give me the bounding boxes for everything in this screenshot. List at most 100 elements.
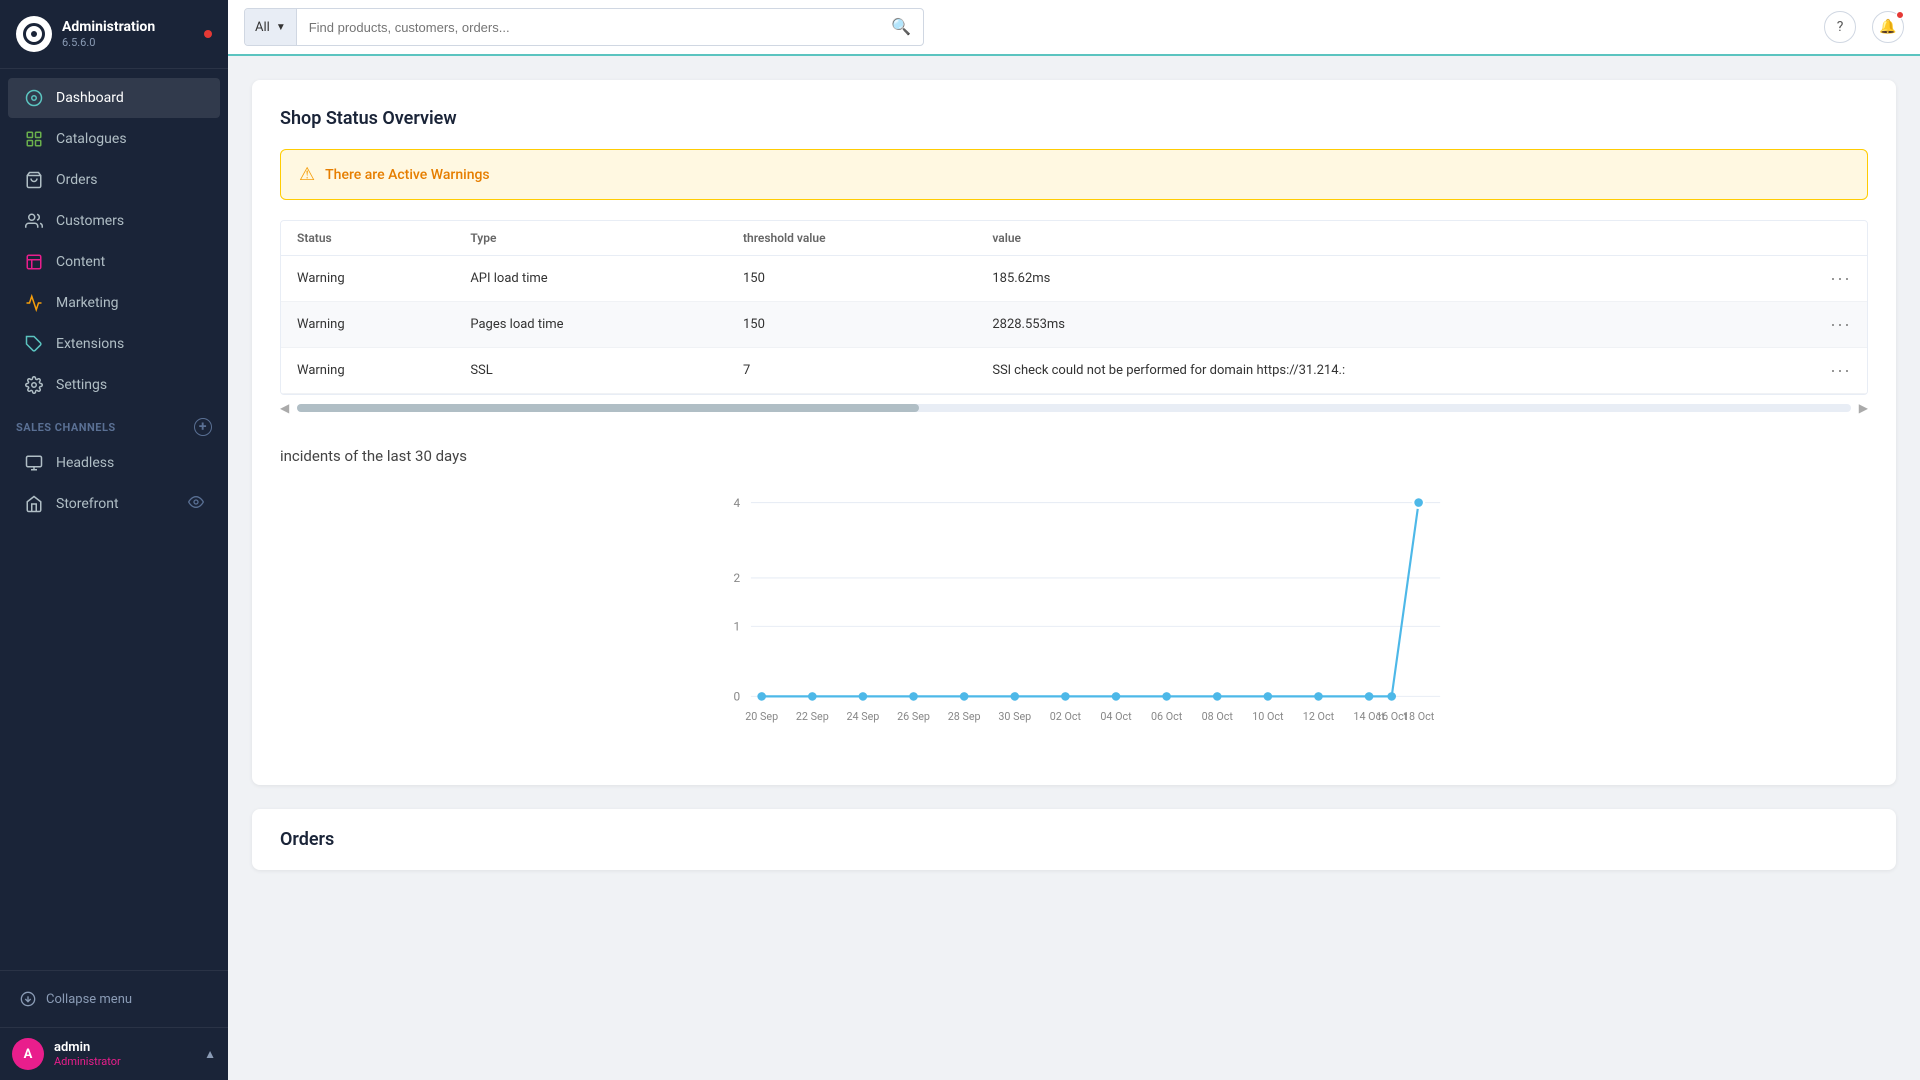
table-row: Warning SSL 7 SSl check could not be per… xyxy=(281,348,1867,394)
chevron-down-icon: ▼ xyxy=(276,22,286,33)
svg-text:26 Sep: 26 Sep xyxy=(897,710,930,723)
eye-icon[interactable] xyxy=(188,494,204,514)
customers-icon xyxy=(24,211,44,231)
cell-value: 185.62ms xyxy=(976,256,1814,302)
status-table-wrapper: Status Type threshold value value Warnin… xyxy=(280,220,1868,395)
col-type: Type xyxy=(454,221,727,256)
incidents-chart: 4 2 1 0 xyxy=(280,481,1868,761)
sidebar-item-dashboard[interactable]: Dashboard xyxy=(8,78,220,118)
svg-text:08 Oct: 08 Oct xyxy=(1202,710,1234,723)
row-actions-button[interactable]: ··· xyxy=(1830,268,1851,289)
svg-text:18 Oct: 18 Oct xyxy=(1403,710,1435,723)
svg-text:28 Sep: 28 Sep xyxy=(948,710,981,723)
topbar: All ▼ 🔍 ? 🔔 xyxy=(228,0,1920,56)
cell-status: Warning xyxy=(281,348,454,394)
sidebar-item-label: Settings xyxy=(56,377,107,393)
collapse-label: Collapse menu xyxy=(46,992,132,1007)
cell-type: API load time xyxy=(454,256,727,302)
add-sales-channel-button[interactable]: + xyxy=(194,418,212,436)
sidebar-item-settings[interactable]: Settings xyxy=(8,365,220,405)
sidebar-item-content[interactable]: Content xyxy=(8,242,220,282)
chart-container: 4 2 1 0 xyxy=(280,481,1868,761)
svg-text:04 Oct: 04 Oct xyxy=(1100,710,1132,723)
cell-type: SSL xyxy=(454,348,727,394)
orders-icon xyxy=(24,170,44,190)
storefront-icon xyxy=(24,494,44,514)
search-button[interactable]: 🔍 xyxy=(879,17,923,37)
app-title: Administration xyxy=(62,19,155,36)
app-version: 6.5.6.0 xyxy=(62,36,155,49)
scroll-right-icon: ▶ xyxy=(1859,401,1868,415)
user-info: admin Administrator xyxy=(54,1040,121,1068)
sidebar-header: Administration 6.5.6.0 xyxy=(0,0,228,69)
row-actions-button[interactable]: ··· xyxy=(1830,314,1851,335)
sidebar-item-customers[interactable]: Customers xyxy=(8,201,220,241)
cell-status: Warning xyxy=(281,302,454,348)
sidebar-item-label: Headless xyxy=(56,455,114,471)
svg-text:4: 4 xyxy=(733,496,740,510)
search-input[interactable] xyxy=(297,20,879,35)
table-row: Warning API load time 150 185.62ms ··· xyxy=(281,256,1867,302)
orders-title: Orders xyxy=(280,829,1868,850)
sidebar-item-storefront[interactable]: Storefront xyxy=(8,484,220,524)
main-area: All ▼ 🔍 ? 🔔 Shop Status Overview ⚠ There… xyxy=(228,0,1920,1080)
svg-text:22 Sep: 22 Sep xyxy=(796,710,829,723)
search-container: All ▼ 🔍 xyxy=(244,8,924,46)
sidebar-item-label: Dashboard xyxy=(56,90,124,106)
row-actions-button[interactable]: ··· xyxy=(1830,360,1851,381)
collapse-menu-button[interactable]: Collapse menu xyxy=(8,983,220,1015)
search-filter-dropdown[interactable]: All ▼ xyxy=(245,9,297,45)
dashboard-icon xyxy=(24,88,44,108)
extensions-icon xyxy=(24,334,44,354)
cell-status: Warning xyxy=(281,256,454,302)
sidebar: Administration 6.5.6.0 Dashboard Catalog… xyxy=(0,0,228,1080)
warning-text: There are Active Warnings xyxy=(325,167,490,183)
marketing-icon xyxy=(24,293,44,313)
cell-value: 2828.553ms xyxy=(976,302,1814,348)
svg-text:12 Oct: 12 Oct xyxy=(1303,710,1335,723)
cell-threshold: 7 xyxy=(727,348,976,394)
col-actions xyxy=(1814,221,1867,256)
cell-actions: ··· xyxy=(1814,256,1867,302)
sidebar-item-extensions[interactable]: Extensions xyxy=(8,324,220,364)
sidebar-item-label: Marketing xyxy=(56,295,119,311)
help-button[interactable]: ? xyxy=(1824,11,1856,43)
svg-text:30 Sep: 30 Sep xyxy=(998,710,1031,723)
col-status: Status xyxy=(281,221,454,256)
headless-icon xyxy=(24,453,44,473)
col-threshold: threshold value xyxy=(727,221,976,256)
chevron-up-icon: ▲ xyxy=(204,1047,216,1061)
sidebar-item-orders[interactable]: Orders xyxy=(8,160,220,200)
sidebar-item-headless[interactable]: Headless xyxy=(8,443,220,483)
svg-text:1: 1 xyxy=(733,620,740,634)
svg-text:20 Sep: 20 Sep xyxy=(745,710,778,723)
avatar: A xyxy=(12,1038,44,1070)
sidebar-item-label: Orders xyxy=(56,172,98,188)
notification-dot xyxy=(1896,11,1904,19)
sidebar-item-label: Extensions xyxy=(56,336,124,352)
user-bar[interactable]: A admin Administrator ▲ xyxy=(0,1027,228,1080)
sidebar-item-label: Catalogues xyxy=(56,131,127,147)
topbar-actions: ? 🔔 xyxy=(1824,11,1904,43)
table-header: Status Type threshold value value xyxy=(281,221,1867,256)
cell-value: SSl check could not be performed for dom… xyxy=(976,348,1814,394)
user-role: Administrator xyxy=(54,1055,121,1068)
table-scrollbar: ◀ ▶ xyxy=(280,397,1868,419)
warning-banner: ⚠ There are Active Warnings xyxy=(280,149,1868,200)
sidebar-item-marketing[interactable]: Marketing xyxy=(8,283,220,323)
card-title: Shop Status Overview xyxy=(280,108,1868,129)
scroll-left-icon: ◀ xyxy=(280,401,289,415)
notifications-button[interactable]: 🔔 xyxy=(1872,11,1904,43)
chart-section: incidents of the last 30 days 4 2 1 0 xyxy=(280,447,1868,761)
cell-actions: ··· xyxy=(1814,302,1867,348)
svg-text:0: 0 xyxy=(733,690,740,704)
svg-text:2: 2 xyxy=(733,571,740,585)
sidebar-item-catalogues[interactable]: Catalogues xyxy=(8,119,220,159)
settings-icon xyxy=(24,375,44,395)
sidebar-item-label: Storefront xyxy=(56,496,119,512)
search-filter-label: All xyxy=(255,20,270,35)
scrollbar-track[interactable] xyxy=(297,404,1851,412)
cell-actions: ··· xyxy=(1814,348,1867,394)
warning-icon: ⚠ xyxy=(299,164,315,185)
sidebar-item-label: Customers xyxy=(56,213,124,229)
